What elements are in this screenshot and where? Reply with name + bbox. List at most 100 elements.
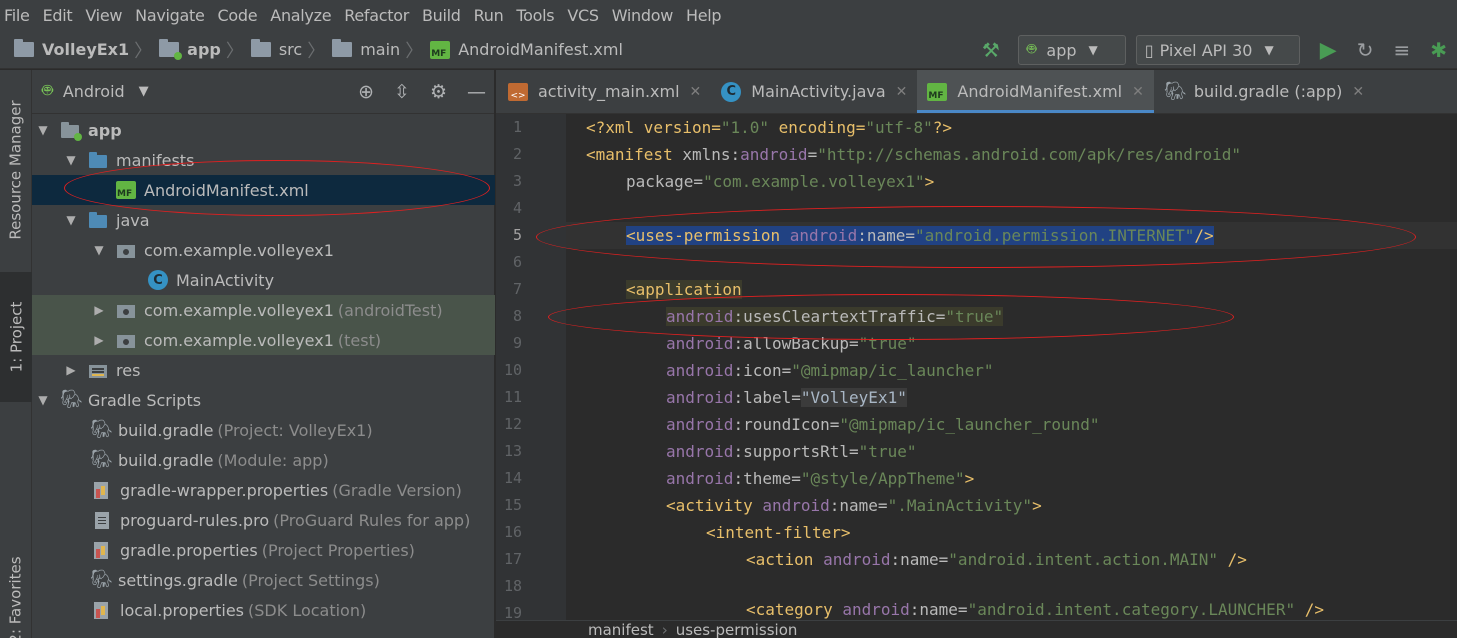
breadcrumb-uses-permission[interactable]: uses-permission xyxy=(676,621,798,638)
close-icon[interactable]: ✕ xyxy=(1352,84,1364,100)
text-file-icon xyxy=(92,511,112,529)
tree-item-gradle-scripts[interactable]: ▼ 🐘︎ Gradle Scripts xyxy=(32,385,495,415)
tree-item-package-main[interactable]: ▼ com.example.volleyex1 xyxy=(32,235,495,265)
properties-file-icon xyxy=(92,601,112,619)
breadcrumb-project[interactable]: VolleyEx1 〉 xyxy=(14,31,159,69)
chevron-right-icon: › xyxy=(661,620,668,638)
debug-icon[interactable]: ✱ xyxy=(1430,38,1447,62)
menu-edit[interactable]: Edit xyxy=(43,6,73,25)
menu-analyze[interactable]: Analyze xyxy=(270,6,331,25)
tree-item-package-androidtest[interactable]: ▶ com.example.volleyex1 (androidTest) xyxy=(32,295,495,325)
device-dropdown[interactable]: ▯ Pixel API 30 ▼ xyxy=(1135,35,1300,65)
menu-build[interactable]: Build xyxy=(422,6,461,25)
layout-xml-icon: <> xyxy=(508,82,528,101)
code-editor[interactable]: <?xml version= "1.0" encoding= "utf-8" ?> <… xyxy=(566,114,1457,620)
tree-item-manifests[interactable]: ▼ manifests xyxy=(32,145,495,175)
chevron-right-icon: 〉 xyxy=(307,40,326,62)
run-config-dropdown[interactable]: 🤖︎ app ▼ xyxy=(1017,35,1126,65)
breadcrumb-manifest[interactable]: manifest xyxy=(588,621,654,638)
menu-run[interactable]: Run xyxy=(474,6,504,25)
breadcrumb-main[interactable]: main 〉 xyxy=(332,31,430,69)
android-icon: 🤖︎ xyxy=(1026,39,1037,58)
collapse-all-icon[interactable]: ⇳ xyxy=(394,81,410,103)
tab-favorites[interactable]: 2: Favorites xyxy=(0,550,32,638)
gradle-icon: 🐘︎ xyxy=(60,389,83,410)
tree-item-androidmanifest[interactable]: MF AndroidManifest.xml xyxy=(32,175,495,205)
tree-item-gradle-properties[interactable]: gradle.properties (Project Properties) xyxy=(32,535,495,565)
expanded-arrow-icon[interactable]: ▼ xyxy=(36,393,50,407)
resource-folder-icon xyxy=(88,361,108,379)
tab-build-gradle-app[interactable]: 🐘︎ build.gradle (:app) ✕ xyxy=(1154,70,1374,113)
minimize-icon[interactable]: — xyxy=(467,81,486,103)
tree-item-app[interactable]: ▼ app xyxy=(32,115,495,145)
run-icon[interactable]: ▶ xyxy=(1320,38,1337,63)
tab-resource-manager[interactable]: Resource Manager xyxy=(0,80,32,260)
tree-item-package-test[interactable]: ▶ com.example.volleyex1 (test) xyxy=(32,325,495,355)
menu-help[interactable]: Help xyxy=(686,6,722,25)
collapsed-arrow-icon[interactable]: ▶ xyxy=(64,363,78,377)
code-line-12: android:roundIcon= "@mipmap/ic_launcher_r… xyxy=(666,415,1100,434)
tree-item-build-gradle-module[interactable]: 🐘︎ build.gradle (Module: app) xyxy=(32,445,495,475)
expanded-arrow-icon[interactable]: ▼ xyxy=(36,123,50,137)
project-panel: 🤖︎ Android ▼ ⊕ ⇳ ⚙ — ▼ app ▼ manifests M… xyxy=(32,70,495,638)
menu-refactor[interactable]: Refactor xyxy=(344,6,409,25)
manifest-file-icon: MF xyxy=(430,40,451,59)
tree-item-proguard-rules[interactable]: proguard-rules.pro (ProGuard Rules for a… xyxy=(32,505,495,535)
menu-navigate[interactable]: Navigate xyxy=(135,6,205,25)
breadcrumb-module[interactable]: app 〉 xyxy=(159,31,251,69)
code-line-5: <uses-permission android:name="android.p… xyxy=(566,222,1457,249)
menu-window[interactable]: Window xyxy=(612,6,674,25)
apply-changes-icon[interactable]: ↻ xyxy=(1357,38,1374,62)
close-icon[interactable]: ✕ xyxy=(896,84,908,100)
code-line-10: android:icon= "@mipmap/ic_launcher" xyxy=(666,361,994,380)
menu-view[interactable]: View xyxy=(85,6,122,25)
code-line-17: <action android:name= "android.intent.act… xyxy=(746,550,1247,569)
menu-vcs[interactable]: VCS xyxy=(567,6,599,25)
expanded-arrow-icon[interactable]: ▼ xyxy=(92,243,106,257)
gear-icon[interactable]: ⚙ xyxy=(430,81,447,103)
expanded-arrow-icon[interactable]: ▼ xyxy=(64,153,78,167)
line-number: 7 xyxy=(512,280,522,298)
folder-icon xyxy=(88,151,108,169)
expanded-arrow-icon[interactable]: ▼ xyxy=(64,213,78,227)
tree-item-res[interactable]: ▶ res xyxy=(32,355,495,385)
breadcrumb-file[interactable]: MF AndroidManifest.xml xyxy=(430,31,623,69)
collapsed-arrow-icon[interactable]: ▶ xyxy=(92,333,106,347)
tree-item-settings-gradle[interactable]: 🐘︎ settings.gradle (Project Settings) xyxy=(32,565,495,595)
tree-item-build-gradle-project[interactable]: 🐘︎ build.gradle (Project: VolleyEx1) xyxy=(32,415,495,445)
tab-mainactivity-java[interactable]: C MainActivity.java ✕ xyxy=(711,70,917,113)
code-line-3: package= "com.example.volleyex1" > xyxy=(626,172,935,191)
line-number: 3 xyxy=(512,172,522,190)
hammer-icon[interactable]: ⚒ xyxy=(982,38,1000,62)
collapsed-arrow-icon[interactable]: ▶ xyxy=(92,303,106,317)
menu-file[interactable]: File xyxy=(4,6,30,25)
breadcrumb-src[interactable]: src 〉 xyxy=(250,31,332,69)
code-line-2: <manifest xmlns: android = "http://schemas.… xyxy=(586,145,1242,164)
tree-item-mainactivity[interactable]: C MainActivity xyxy=(32,265,495,295)
folder-icon xyxy=(250,39,271,57)
code-line-1: <?xml version= "1.0" encoding= "utf-8" ?> xyxy=(586,118,953,137)
locate-icon[interactable]: ⊕ xyxy=(358,81,374,103)
folder-icon xyxy=(332,39,353,57)
apply-code-changes-icon[interactable]: ≡ xyxy=(1393,38,1410,62)
menu-code[interactable]: Code xyxy=(218,6,258,25)
tab-androidmanifest-xml[interactable]: MF AndroidManifest.xml ✕ xyxy=(917,70,1155,113)
chevron-down-icon[interactable]: ▼ xyxy=(139,84,149,99)
line-number: 16 xyxy=(503,523,522,541)
close-icon[interactable]: ✕ xyxy=(1132,84,1144,100)
line-number: 17 xyxy=(503,550,522,568)
tree-item-gradle-wrapper[interactable]: gradle-wrapper.properties (Gradle Versio… xyxy=(32,475,495,505)
tab-activity-main-xml[interactable]: <> activity_main.xml ✕ xyxy=(496,70,711,113)
close-icon[interactable]: ✕ xyxy=(690,84,702,100)
chevron-right-icon: 〉 xyxy=(225,40,244,62)
code-line-19: <category android:name= "android.intent.c… xyxy=(746,600,1324,619)
chevron-right-icon: 〉 xyxy=(405,40,424,62)
menu-tools[interactable]: Tools xyxy=(516,6,554,25)
tree-item-java[interactable]: ▼ java xyxy=(32,205,495,235)
code-line-16: <intent-filter> xyxy=(706,523,851,542)
project-panel-header: 🤖︎ Android ▼ ⊕ ⇳ ⚙ — xyxy=(32,70,494,114)
tree-item-local-properties[interactable]: local.properties (SDK Location) xyxy=(32,595,495,625)
view-mode-selector[interactable]: Android xyxy=(63,82,125,101)
gradle-icon: 🐘︎ xyxy=(90,449,113,470)
tab-project[interactable]: 1: Project xyxy=(0,272,32,402)
